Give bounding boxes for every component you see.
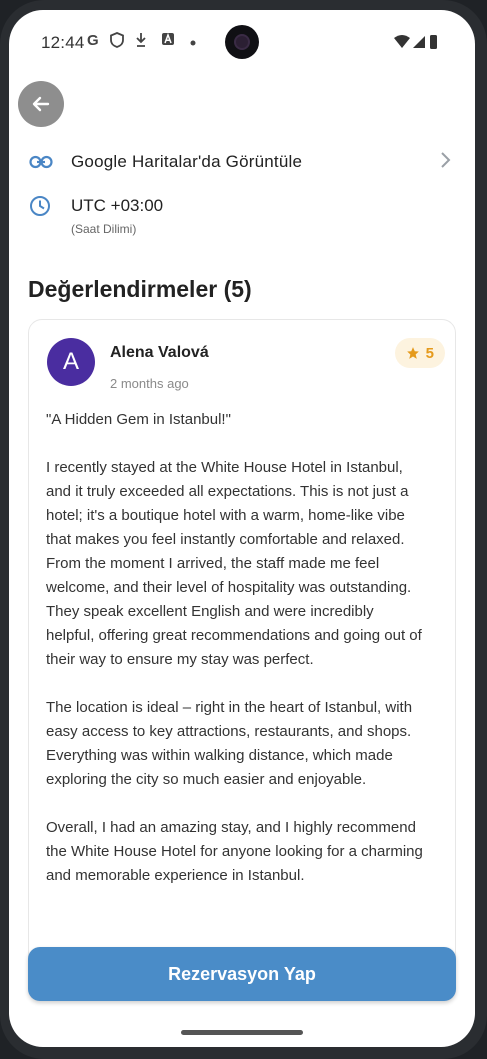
back-button[interactable] bbox=[18, 81, 64, 127]
reviewer-name: Alena Valová bbox=[110, 344, 209, 361]
system-icons bbox=[393, 34, 445, 55]
dot-icon bbox=[190, 34, 196, 49]
shield-icon bbox=[110, 32, 124, 51]
signal-icon bbox=[413, 36, 425, 48]
wifi-icon bbox=[394, 35, 410, 48]
reserve-button[interactable]: Rezervasyon Yap bbox=[28, 947, 456, 1001]
rating-value: 5 bbox=[425, 344, 434, 362]
app-screen: 12:44 G Google Haritalar'da Görüntüle UT… bbox=[9, 10, 475, 1047]
status-time: 12:44 bbox=[41, 33, 85, 52]
avatar: A bbox=[47, 338, 95, 386]
status-bar: 12:44 G bbox=[9, 10, 475, 74]
review-text: "A Hidden Gem in Istanbul!" I recently s… bbox=[46, 411, 423, 884]
download-icon bbox=[135, 32, 147, 51]
chevron-right-icon bbox=[439, 151, 451, 175]
star-icon bbox=[406, 347, 419, 359]
reviews-title: Değerlendirmeler (5) bbox=[28, 276, 252, 302]
link-icon bbox=[29, 154, 53, 175]
review-card: A Alena Valová 2 months ago 5 "A Hidden … bbox=[28, 319, 456, 1001]
battery-icon bbox=[430, 35, 437, 49]
timezone-value: UTC +03:00 bbox=[71, 196, 164, 215]
rating-badge: 5 bbox=[394, 338, 445, 368]
arrow-left-icon bbox=[32, 96, 50, 112]
clock-icon bbox=[29, 195, 51, 222]
front-camera bbox=[225, 25, 259, 59]
google-g-icon: G bbox=[87, 32, 99, 49]
a-box-icon bbox=[161, 32, 175, 49]
review-date: 2 months ago bbox=[110, 376, 189, 391]
maps-link-label[interactable]: Google Haritalar'da Görüntüle bbox=[71, 152, 302, 172]
home-indicator[interactable] bbox=[181, 1030, 303, 1035]
timezone-label: (Saat Dilimi) bbox=[71, 222, 137, 236]
